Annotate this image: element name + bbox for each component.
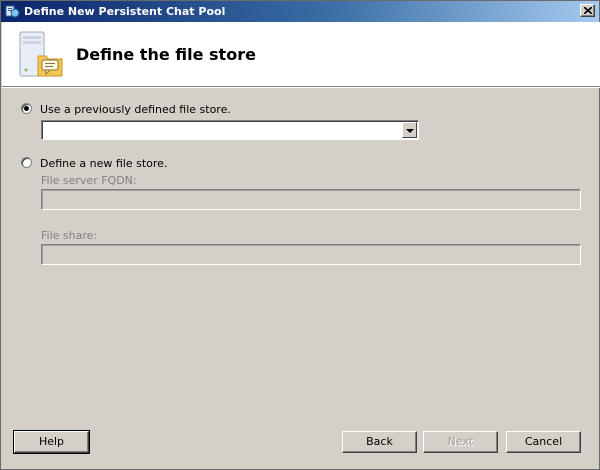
chevron-down-icon — [406, 129, 414, 133]
file-share-label: File share: — [41, 229, 98, 242]
dropdown-arrow-button[interactable] — [402, 122, 417, 138]
help-button[interactable]: Help — [13, 430, 90, 454]
existing-file-store-dropdown[interactable] — [41, 120, 419, 140]
use-existing-label[interactable]: Use a previously defined file store. — [40, 103, 231, 116]
cancel-button[interactable]: Cancel — [506, 431, 581, 453]
file-server-fqdn-input[interactable] — [41, 189, 581, 210]
dialog-window: Define New Persistent Chat Pool Define t… — [0, 0, 600, 470]
close-icon — [584, 7, 592, 14]
next-button[interactable]: Next — [423, 431, 498, 453]
header-divider — [2, 86, 600, 88]
file-server-fqdn-label: File server FQDN: — [41, 174, 137, 187]
radio-selected-dot — [24, 106, 29, 111]
define-new-label[interactable]: Define a new file store. — [40, 157, 167, 170]
app-icon — [5, 5, 20, 18]
use-existing-radio[interactable] — [21, 103, 32, 114]
file-store-chat-icon — [19, 31, 63, 77]
title-bar[interactable]: Define New Persistent Chat Pool — [1, 1, 599, 22]
page-title: Define the file store — [76, 45, 256, 64]
file-share-input[interactable] — [41, 244, 581, 265]
window-title: Define New Persistent Chat Pool — [24, 5, 226, 18]
close-button[interactable] — [580, 4, 595, 17]
define-new-radio[interactable] — [21, 157, 32, 168]
wizard-header: Define the file store — [2, 22, 600, 86]
back-button[interactable]: Back — [342, 431, 417, 453]
